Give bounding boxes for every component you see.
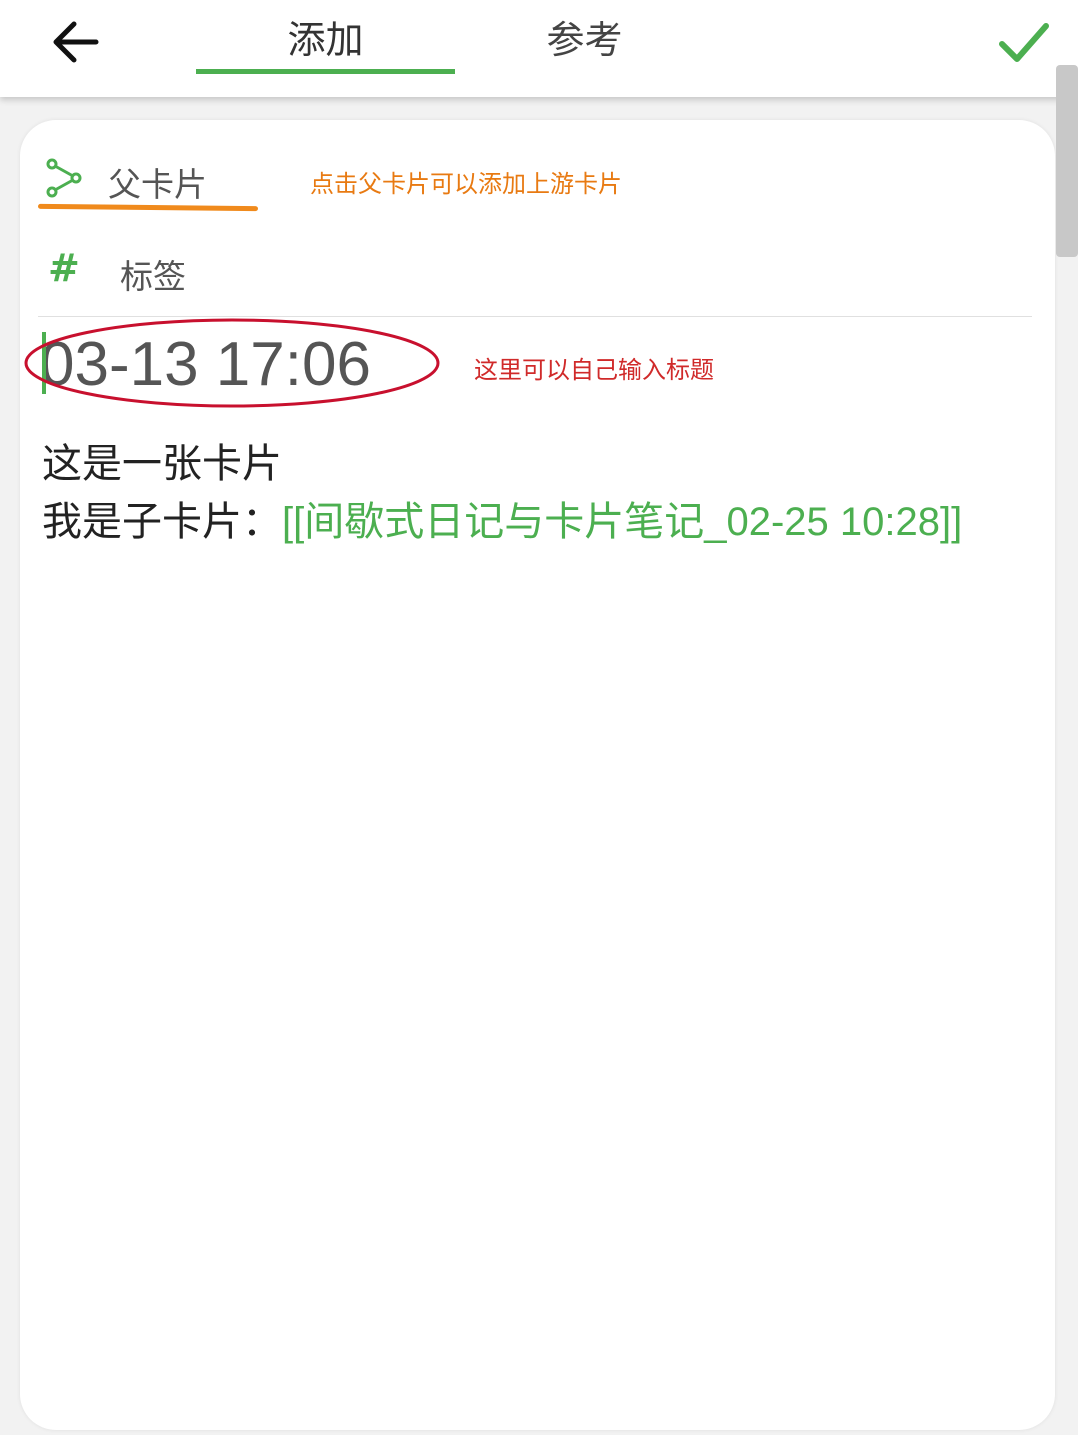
body-editor[interactable]: 这是一张卡片 我是子卡片：[[间歇式日记与卡片笔记_02-25 10:28]] bbox=[42, 435, 1032, 551]
back-button[interactable] bbox=[48, 14, 104, 70]
tag-label: 标签 bbox=[120, 257, 186, 296]
annotation-underline bbox=[37, 203, 259, 212]
top-app-bar: 添加 参考 bbox=[0, 0, 1078, 97]
tab-reference-label: 参考 bbox=[546, 18, 623, 62]
body-line-2: 我是子卡片：[[间歇式日记与卡片笔记_02-25 10:28]] bbox=[42, 493, 1032, 551]
parent-card-label: 父卡片 bbox=[108, 165, 207, 204]
divider bbox=[38, 316, 1032, 317]
annotation-title-note: 这里可以自己输入标题 bbox=[474, 356, 714, 384]
tag-button[interactable]: # 标签 bbox=[44, 240, 244, 300]
scrollbar-thumb[interactable] bbox=[1056, 65, 1078, 257]
title-input[interactable]: 03-13 17:06 bbox=[40, 325, 460, 405]
annotation-parent-note: 点击父卡片可以添加上游卡片 bbox=[310, 170, 622, 198]
tab-add[interactable]: 添加 bbox=[196, 0, 455, 80]
share-icon bbox=[46, 158, 82, 198]
card-link[interactable]: [[间歇式日记与卡片笔记_02-25 10:28]] bbox=[282, 500, 962, 544]
body-line-1: 这是一张卡片 bbox=[42, 441, 282, 487]
text-caret bbox=[42, 332, 46, 394]
hash-icon: # bbox=[48, 246, 80, 290]
arrow-left-icon bbox=[53, 21, 99, 63]
confirm-button[interactable] bbox=[992, 14, 1054, 70]
card-editor: 父卡片 点击父卡片可以添加上游卡片 # 标签 03-13 17:06 这里可以自… bbox=[20, 120, 1055, 1430]
body-line-2-prefix: 我是子卡片： bbox=[42, 499, 282, 545]
check-icon bbox=[999, 23, 1049, 62]
parent-card-button[interactable]: 父卡片 bbox=[37, 150, 278, 212]
tab-add-label: 添加 bbox=[287, 18, 364, 62]
active-tab-indicator bbox=[196, 69, 455, 74]
tab-reference[interactable]: 参考 bbox=[455, 0, 714, 80]
